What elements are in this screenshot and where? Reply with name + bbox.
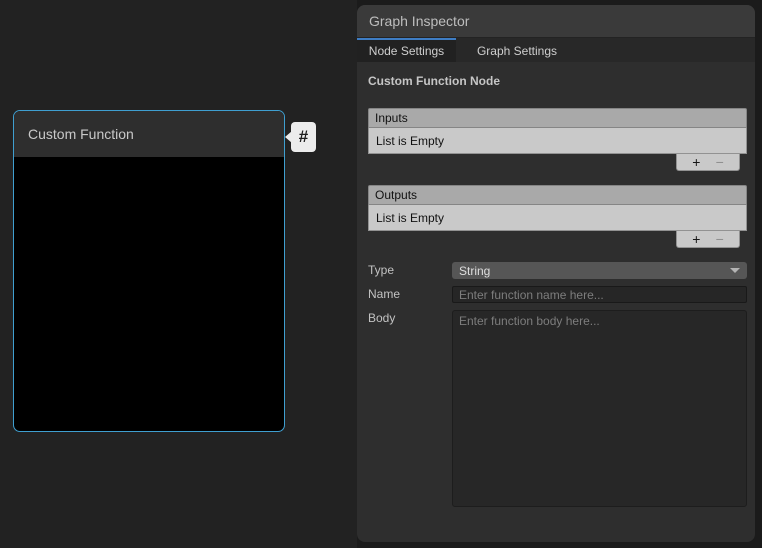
tab-graph-settings[interactable]: Graph Settings: [456, 38, 578, 62]
inputs-add-button[interactable]: +: [692, 155, 700, 169]
function-name-input[interactable]: [452, 286, 747, 303]
tab-node-settings-label: Node Settings: [369, 44, 444, 58]
tab-graph-settings-label: Graph Settings: [477, 44, 557, 58]
graph-canvas[interactable]: Custom Function #: [0, 0, 357, 548]
inputs-list-empty-row: List is Empty: [368, 128, 747, 154]
type-row: Type String: [368, 262, 747, 279]
outputs-add-button[interactable]: +: [692, 232, 700, 246]
name-row: Name: [368, 286, 747, 303]
outputs-list-footer-box: + −: [676, 231, 740, 248]
outputs-list-header[interactable]: Outputs: [368, 185, 747, 205]
function-body-textarea[interactable]: [452, 310, 747, 507]
inputs-remove-button[interactable]: −: [716, 155, 724, 169]
type-label: Type: [368, 262, 452, 279]
panel-header[interactable]: Graph Inspector: [357, 5, 755, 38]
inputs-list: Inputs List is Empty + −: [368, 108, 747, 172]
inputs-list-empty-label: List is Empty: [376, 134, 444, 148]
panel-title: Graph Inspector: [369, 13, 469, 29]
body-row: Body: [368, 310, 747, 507]
type-dropdown[interactable]: String: [452, 262, 747, 279]
body-label: Body: [368, 310, 452, 507]
tab-bar: Node Settings Graph Settings: [357, 38, 755, 62]
tab-node-settings[interactable]: Node Settings: [357, 38, 456, 62]
node-title: Custom Function: [28, 126, 134, 142]
name-label: Name: [368, 286, 452, 303]
inspector-content: Custom Function Node Inputs List is Empt…: [357, 62, 755, 507]
outputs-list: Outputs List is Empty + −: [368, 185, 747, 249]
inputs-list-header[interactable]: Inputs: [368, 108, 747, 128]
chevron-down-icon: [730, 268, 740, 273]
inputs-list-footer: + −: [368, 154, 747, 172]
outputs-remove-button[interactable]: −: [716, 232, 724, 246]
hash-badge-label: #: [299, 127, 308, 147]
outputs-list-empty-row: List is Empty: [368, 205, 747, 231]
outputs-list-footer: + −: [368, 231, 747, 249]
inputs-list-footer-box: + −: [676, 154, 740, 171]
outputs-list-empty-label: List is Empty: [376, 211, 444, 225]
hash-badge[interactable]: #: [291, 122, 316, 152]
inputs-list-header-label: Inputs: [375, 111, 408, 125]
outputs-list-header-label: Outputs: [375, 188, 417, 202]
section-title: Custom Function Node: [368, 74, 747, 88]
node-title-bar[interactable]: Custom Function: [14, 111, 284, 158]
graph-inspector-panel: Graph Inspector Node Settings Graph Sett…: [357, 5, 755, 542]
custom-function-node[interactable]: Custom Function: [13, 110, 285, 432]
type-dropdown-value: String: [459, 264, 490, 278]
